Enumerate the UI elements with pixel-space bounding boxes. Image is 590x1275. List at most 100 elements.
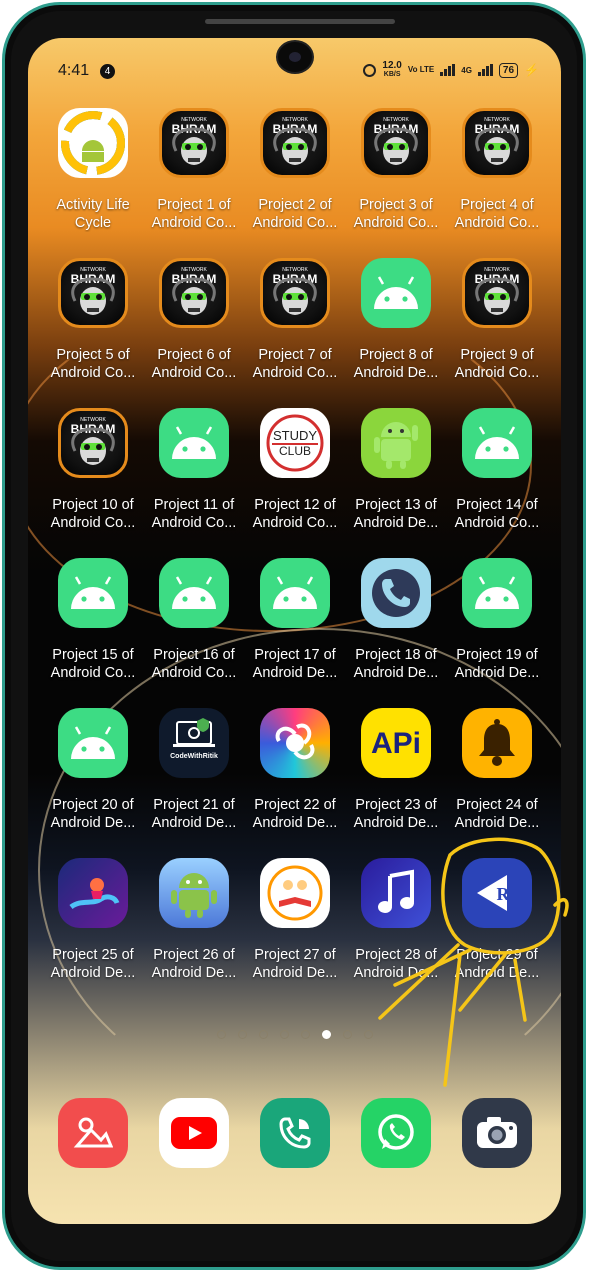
app-label: Project 17 of Android De... bbox=[252, 647, 338, 681]
page-dot[interactable] bbox=[342, 1030, 352, 1039]
app-item[interactable]: NETWORK BHRAM Project 6 of Android Co... bbox=[144, 258, 244, 398]
app-item[interactable]: NETWORK BHRAM Project 9 of Android Co... bbox=[447, 258, 547, 398]
app-item[interactable]: Project 25 of Android De... bbox=[43, 858, 143, 998]
app-item[interactable]: Project 11 of Android Co... bbox=[144, 408, 244, 548]
app-item[interactable]: R Project 29 of Android De... bbox=[447, 858, 547, 998]
app-label: Project 5 of Android Co... bbox=[50, 347, 136, 381]
page-dot[interactable] bbox=[237, 1030, 247, 1039]
app-label: Project 18 of Android De... bbox=[353, 647, 439, 681]
camera-icon[interactable] bbox=[462, 1098, 532, 1168]
app-item[interactable]: Project 27 of Android De... bbox=[245, 858, 345, 998]
page-dot[interactable] bbox=[363, 1030, 373, 1039]
bhram-network-icon[interactable]: NETWORK BHRAM bbox=[159, 108, 229, 178]
android-3d-icon[interactable] bbox=[159, 858, 229, 928]
phone-dialer-icon[interactable] bbox=[260, 1098, 330, 1168]
bhram-network-icon[interactable]: NETWORK BHRAM bbox=[361, 108, 431, 178]
app-label: Project 15 of Android Co... bbox=[50, 647, 136, 681]
app-label: Project 11 of Android Co... bbox=[151, 497, 237, 531]
app-item[interactable]: Project 14 of Android Co... bbox=[447, 408, 547, 548]
app-item[interactable]: Project 28 of Android De... bbox=[346, 858, 446, 998]
page-dot[interactable] bbox=[279, 1030, 289, 1039]
bhram-network-icon[interactable]: NETWORK BHRAM bbox=[260, 258, 330, 328]
app-item[interactable]: NETWORK BHRAM Project 4 of Android Co... bbox=[447, 108, 547, 248]
android-icon[interactable] bbox=[462, 558, 532, 628]
codewithritik-icon[interactable]: CodeWithRitik bbox=[159, 708, 229, 778]
page-dot[interactable] bbox=[300, 1030, 310, 1039]
app-label: Project 23 of Android De... bbox=[353, 797, 439, 831]
android-icon[interactable] bbox=[58, 558, 128, 628]
android-icon[interactable] bbox=[159, 558, 229, 628]
app-item[interactable]: Project 19 of Android De... bbox=[447, 558, 547, 698]
android-icon[interactable] bbox=[58, 708, 128, 778]
app-item[interactable]: Project 24 of Android De... bbox=[447, 708, 547, 848]
bell-icon[interactable] bbox=[462, 708, 532, 778]
android-icon[interactable] bbox=[462, 408, 532, 478]
svg-text:STUDY: STUDY bbox=[273, 428, 317, 443]
bhram-network-icon[interactable]: NETWORK BHRAM bbox=[159, 258, 229, 328]
app-item[interactable]: NETWORK BHRAM Project 1 of Android Co... bbox=[144, 108, 244, 248]
app-item[interactable]: Project 13 of Android De... bbox=[346, 408, 446, 548]
app-item[interactable]: NETWORK BHRAM Project 3 of Android Co... bbox=[346, 108, 446, 248]
app-item[interactable]: STUDY CLUB Project 12 of Android Co... bbox=[245, 408, 345, 548]
status-icons: 12.0 KB/S Vo LTE 4G 76 ⚡ bbox=[363, 61, 539, 79]
app-label: Project 14 of Android Co... bbox=[454, 497, 540, 531]
bhram-network-icon[interactable]: NETWORK BHRAM bbox=[58, 258, 128, 328]
battery-indicator: 76 bbox=[498, 62, 519, 78]
api-icon[interactable]: APi bbox=[361, 708, 431, 778]
app-item[interactable]: Project 17 of Android De... bbox=[245, 558, 345, 698]
svg-text:CLUB: CLUB bbox=[279, 444, 311, 458]
android-icon[interactable] bbox=[260, 558, 330, 628]
app-label: Project 22 of Android De... bbox=[252, 797, 338, 831]
bhram-network-icon[interactable]: NETWORK BHRAM bbox=[462, 258, 532, 328]
app-label: Project 16 of Android Co... bbox=[151, 647, 237, 681]
app-item[interactable]: Project 22 of Android De... bbox=[245, 708, 345, 848]
app-item[interactable]: NETWORK BHRAM Project 2 of Android Co... bbox=[245, 108, 345, 248]
bhram-network-icon[interactable]: NETWORK BHRAM bbox=[260, 108, 330, 178]
charging-icon: ⚡ bbox=[524, 63, 539, 77]
kids-reading-icon[interactable] bbox=[260, 858, 330, 928]
app-item[interactable]: NETWORK BHRAM Project 10 of Android Co... bbox=[43, 408, 143, 548]
app-item[interactable]: Project 15 of Android Co... bbox=[43, 558, 143, 698]
study-club-icon[interactable]: STUDY CLUB bbox=[260, 408, 330, 478]
svg-text:R: R bbox=[497, 884, 511, 904]
app-item[interactable]: Activity Life Cycle bbox=[43, 108, 143, 248]
page-dot[interactable] bbox=[258, 1030, 268, 1039]
activity-lifecycle-icon[interactable] bbox=[58, 108, 128, 178]
app-item[interactable]: APi Project 23 of Android De... bbox=[346, 708, 446, 848]
network-speed: 12.0 KB/S bbox=[382, 60, 402, 79]
app-label: Project 26 of Android De... bbox=[151, 947, 237, 981]
page-indicator[interactable] bbox=[28, 1030, 561, 1039]
page-dot[interactable] bbox=[216, 1030, 226, 1039]
app-item[interactable]: Project 16 of Android Co... bbox=[144, 558, 244, 698]
notification-badge: 4 bbox=[100, 64, 115, 79]
app-item[interactable]: CodeWithRitik Project 21 of Android De... bbox=[144, 708, 244, 848]
signal-icon bbox=[440, 64, 456, 76]
app-label: Project 4 of Android Co... bbox=[454, 197, 540, 231]
app-item[interactable]: Project 26 of Android De... bbox=[144, 858, 244, 998]
hand-icon[interactable] bbox=[58, 858, 128, 928]
android-robot-icon[interactable] bbox=[361, 408, 431, 478]
app-item[interactable]: Project 8 of Android De... bbox=[346, 258, 446, 398]
app-label: Project 13 of Android De... bbox=[353, 497, 439, 531]
phone-call-icon[interactable] bbox=[361, 558, 431, 628]
bhram-network-icon[interactable]: NETWORK BHRAM bbox=[462, 108, 532, 178]
app-item[interactable]: NETWORK BHRAM Project 5 of Android Co... bbox=[43, 258, 143, 398]
app-label: Project 2 of Android Co... bbox=[252, 197, 338, 231]
music-note-icon[interactable] bbox=[361, 858, 431, 928]
r-arrow-icon[interactable]: R bbox=[462, 858, 532, 928]
android-icon[interactable] bbox=[159, 408, 229, 478]
app-label: Project 8 of Android De... bbox=[353, 347, 439, 381]
android-icon[interactable] bbox=[361, 258, 431, 328]
alarm-icon bbox=[363, 63, 377, 77]
youtube-icon[interactable] bbox=[159, 1098, 229, 1168]
page-dot[interactable] bbox=[321, 1030, 331, 1039]
gallery-icon[interactable] bbox=[58, 1098, 128, 1168]
app-item[interactable]: Project 20 of Android De... bbox=[43, 708, 143, 848]
colorful-swirl-icon[interactable] bbox=[260, 708, 330, 778]
app-item[interactable]: Project 18 of Android De... bbox=[346, 558, 446, 698]
app-item[interactable]: NETWORK BHRAM Project 7 of Android Co... bbox=[245, 258, 345, 398]
status-time: 4:41 bbox=[58, 62, 90, 79]
bhram-network-icon[interactable]: NETWORK BHRAM bbox=[58, 408, 128, 478]
app-label: Project 24 of Android De... bbox=[454, 797, 540, 831]
whatsapp-icon[interactable] bbox=[361, 1098, 431, 1168]
